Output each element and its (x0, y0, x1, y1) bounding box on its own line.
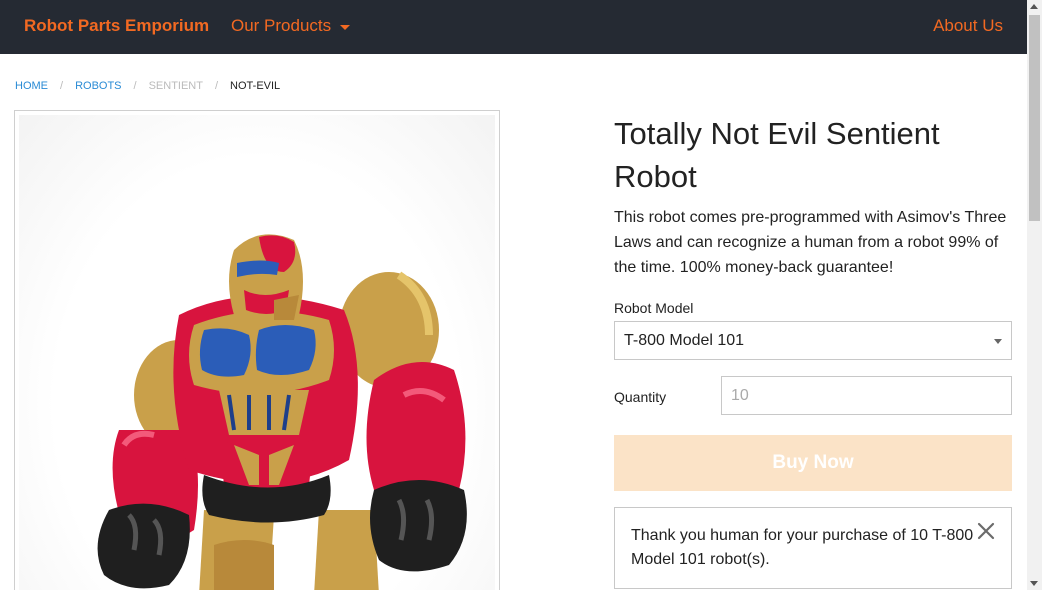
product-description: This robot comes pre-programmed with Asi… (614, 209, 1007, 276)
products-menu[interactable]: Our Products (231, 16, 351, 36)
breadcrumb-separator: / (133, 80, 137, 92)
robot-model-select[interactable]: T-800 Model 101 (614, 321, 1012, 360)
purchase-callout: Thank you human for your purchase of 10 … (614, 507, 1012, 589)
chevron-down-icon (340, 24, 351, 30)
close-icon[interactable] (977, 522, 995, 540)
brand-link[interactable]: Robot Parts Emporium (24, 16, 209, 36)
chevron-down-icon (994, 339, 1002, 344)
breadcrumb-current: NOT-EVIL (230, 80, 281, 92)
scrollbar-thumb[interactable] (1029, 15, 1040, 221)
robot-illustration (97, 234, 467, 590)
scroll-down-icon[interactable] (1030, 581, 1038, 586)
scroll-up-icon[interactable] (1030, 4, 1038, 9)
product-title: Totally Not Evil Sentient Robot (614, 116, 940, 194)
scrollbar[interactable] (1027, 0, 1042, 590)
breadcrumb-separator: / (214, 80, 219, 92)
breadcrumb-sentient: SENTIENT (148, 80, 203, 92)
quantity-label: Quantity (614, 389, 667, 405)
buy-now-button[interactable]: Buy Now (614, 435, 1012, 491)
products-menu-label: Our Products (231, 16, 332, 35)
about-link[interactable]: About Us (933, 16, 1003, 36)
top-bar: Robot Parts Emporium Our Products About … (0, 0, 1027, 54)
breadcrumb-separator: / (60, 80, 64, 92)
breadcrumb-robots[interactable]: ROBOTS (75, 80, 121, 92)
quantity-input[interactable] (721, 376, 1012, 415)
breadcrumb: HOME / ROBOTS / SENTIENT / NOT-EVIL (15, 80, 280, 92)
robot-model-selected-value: T-800 Model 101 (624, 332, 745, 349)
purchase-message: Thank you human for your purchase of 10 … (631, 527, 974, 568)
robot-model-label: Robot Model (614, 300, 694, 316)
breadcrumb-home[interactable]: HOME (15, 80, 48, 92)
product-image (19, 115, 495, 590)
product-image-frame (14, 110, 500, 590)
